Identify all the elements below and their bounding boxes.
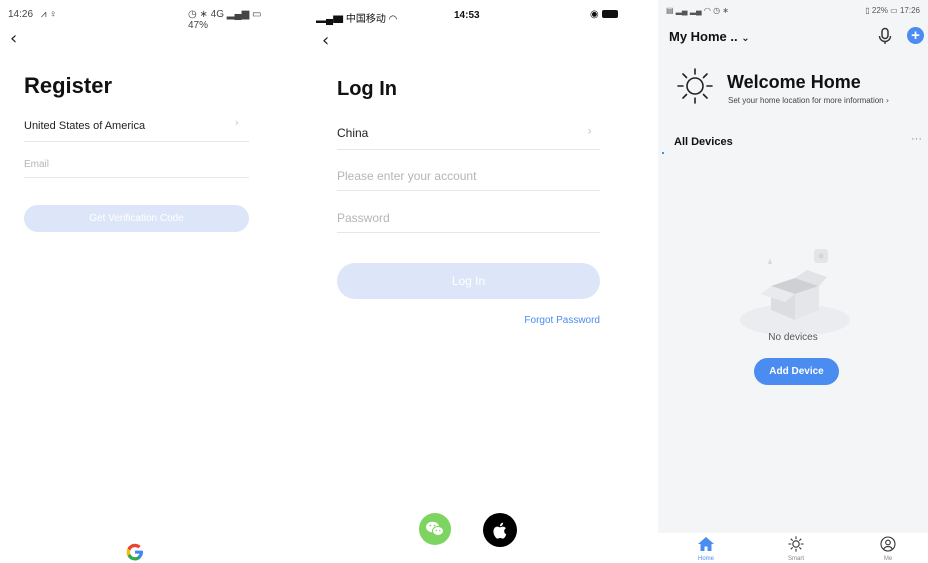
home-selector[interactable]: My Home .. ⌄	[669, 29, 750, 44]
status-time: 17:26	[899, 6, 920, 15]
status-bar-left: ▂▄▆ 中国移动 ◠	[316, 10, 397, 25]
status-time: 14:26	[8, 9, 34, 20]
forgot-password-link[interactable]: Forgot Password	[524, 315, 600, 326]
status-icons: ◷ ∗ 4G ▂▄▆ ▭ 47%	[188, 9, 274, 31]
password-placeholder: Password	[337, 211, 390, 225]
sun-icon	[788, 536, 804, 552]
page-title: Log In	[337, 78, 397, 100]
vibrate-icon: ▯	[865, 6, 870, 15]
tab-me-label: Me	[883, 556, 893, 562]
welcome-title: Welcome Home	[727, 72, 861, 92]
verify-button-label: Get Verification Code	[89, 213, 184, 224]
battery-icon: ▭	[890, 6, 898, 15]
account-placeholder: Please enter your account	[337, 169, 477, 183]
tab-home[interactable]: Home	[691, 536, 721, 562]
login-button[interactable]: Log In	[337, 263, 600, 299]
signal-icon: ▤ ▂▄ ▂▄ ◠ ◷ ∗	[666, 6, 729, 15]
status-bar: 14:26 ⩘ ♀	[8, 9, 57, 20]
account-field[interactable]: Please enter your account	[337, 167, 600, 191]
battery-icon	[601, 10, 618, 19]
email-field[interactable]: Email	[24, 154, 249, 178]
set-location-link[interactable]: Set your home location for more informat…	[728, 96, 889, 105]
empty-state-text: No devices	[768, 332, 818, 343]
login-button-label: Log In	[451, 274, 486, 288]
battery-percent: 22%	[871, 6, 888, 15]
battery-icon: ▭	[252, 9, 262, 20]
status-time: 14:53	[454, 10, 480, 21]
back-button[interactable]: ‹	[10, 28, 17, 49]
user-icon	[880, 536, 896, 552]
country-selector[interactable]: China ›	[337, 124, 600, 150]
home-name: My Home ..	[669, 29, 738, 44]
chevron-right-icon: ›	[587, 124, 592, 138]
bottom-tab-bar: Home Smart Me	[658, 533, 928, 563]
signal-icon: ▂▄▆	[316, 14, 344, 25]
all-devices-tab[interactable]: All Devices	[674, 136, 733, 148]
home-screen: ▤ ▂▄ ▂▄ ◠ ◷ ∗ ▯ 22% ▭ 17:26 My Home .. ⌄…	[658, 0, 928, 563]
back-button[interactable]: ‹	[322, 30, 329, 51]
tab-home-label: Home	[697, 556, 714, 562]
get-verification-code-button[interactable]: Get Verification Code	[24, 205, 249, 232]
welcome-subtitle: Set your home location for more informat…	[728, 96, 884, 105]
login-screen: ▂▄▆ 中国移动 ◠ 14:53 ◉ ‹ Log In China › Plea…	[312, 0, 624, 563]
tab-indicator	[662, 152, 664, 154]
signal-icon: ▂▄▆	[226, 9, 250, 20]
tab-smart-label: Smart	[787, 556, 804, 562]
more-icon[interactable]: ···	[911, 133, 922, 145]
chevron-down-icon: ⌄	[741, 33, 750, 44]
register-screen: 14:26 ⩘ ♀ ◷ ∗ 4G ▂▄▆ ▭ 47% ‹ Register Un…	[0, 0, 274, 563]
battery-percent: 47%	[188, 20, 209, 31]
add-button[interactable]: +	[907, 27, 924, 44]
status-bar-right: ▯ 22% ▭ 17:26	[865, 6, 920, 15]
wechat-icon[interactable]	[419, 513, 451, 545]
country-value: China	[337, 126, 369, 140]
status-bar-right: ◉	[590, 9, 618, 20]
country-value: United States of America	[24, 120, 146, 132]
add-device-button[interactable]: Add Device	[754, 358, 839, 385]
status-icons-text: ◷ ∗ 4G	[188, 9, 225, 20]
tab-me[interactable]: Me	[873, 536, 903, 562]
page-title: Register	[24, 73, 113, 98]
location-icon: ◉	[590, 9, 599, 20]
email-placeholder: Email	[24, 159, 50, 170]
apple-icon[interactable]	[483, 513, 517, 547]
microphone-icon[interactable]	[877, 27, 893, 45]
empty-box-illustration	[737, 244, 853, 336]
tab-smart[interactable]: Smart	[781, 536, 811, 562]
chevron-right-icon: ›	[885, 96, 890, 105]
google-icon[interactable]	[124, 541, 146, 563]
wifi-icon: ◠	[388, 14, 398, 25]
chevron-right-icon: ›	[234, 116, 239, 129]
add-device-label: Add Device	[769, 366, 824, 377]
sun-icon	[675, 66, 715, 106]
carrier-name: 中国移动	[345, 14, 386, 25]
notification-icon: ⩘ ♀	[40, 9, 57, 20]
country-selector[interactable]: United States of America ›	[24, 116, 249, 142]
status-bar-left: ▤ ▂▄ ▂▄ ◠ ◷ ∗	[666, 6, 729, 15]
home-icon	[698, 537, 714, 551]
password-field[interactable]: Password	[337, 209, 600, 233]
